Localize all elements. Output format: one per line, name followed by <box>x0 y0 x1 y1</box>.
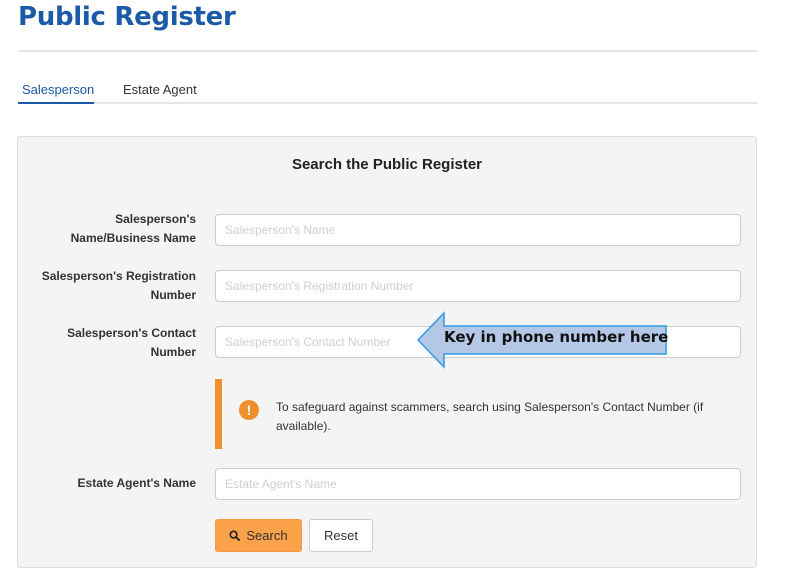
contact-number-label: Salesperson's Contact Number <box>16 324 196 362</box>
page-title: Public Register <box>18 2 236 32</box>
tab-salesperson[interactable]: Salesperson <box>22 82 94 97</box>
estate-agent-name-input[interactable] <box>215 468 741 500</box>
salesperson-name-input[interactable] <box>215 214 741 246</box>
estate-agent-name-label: Estate Agent's Name <box>16 474 196 493</box>
active-tab-indicator <box>18 102 94 104</box>
label-line: Salesperson's <box>115 212 196 226</box>
exclamation-icon: ! <box>239 400 259 420</box>
search-button-label: Search <box>246 528 288 543</box>
tab-bar: Salesperson Estate Agent <box>18 76 757 104</box>
annotation-text: Key in phone number here <box>444 328 669 346</box>
search-panel-title: Search the Public Register <box>291 156 483 173</box>
label-line: Number <box>150 345 196 359</box>
alert-text: To safeguard against scammers, search us… <box>276 400 704 433</box>
scam-warning-alert: ! To safeguard against scammers, search … <box>215 379 741 449</box>
label-line: Salesperson's Registration <box>41 269 196 283</box>
tab-estate-agent[interactable]: Estate Agent <box>123 82 197 97</box>
label-line: Name/Business Name <box>70 231 196 245</box>
registration-number-input[interactable] <box>215 270 741 302</box>
registration-number-label: Salesperson's Registration Number <box>16 267 196 305</box>
search-button[interactable]: Search <box>215 519 302 552</box>
title-divider <box>18 50 757 52</box>
label-line: Estate Agent's Name <box>77 476 196 490</box>
alert-accent-bar <box>215 379 222 449</box>
reset-button[interactable]: Reset <box>309 519 373 552</box>
salesperson-name-label: Salesperson's Name/Business Name <box>16 210 196 248</box>
label-line: Number <box>150 288 196 302</box>
search-icon <box>229 530 241 541</box>
annotation-callout: Key in phone number here <box>416 311 668 369</box>
label-line: Salesperson's Contact <box>67 326 196 340</box>
